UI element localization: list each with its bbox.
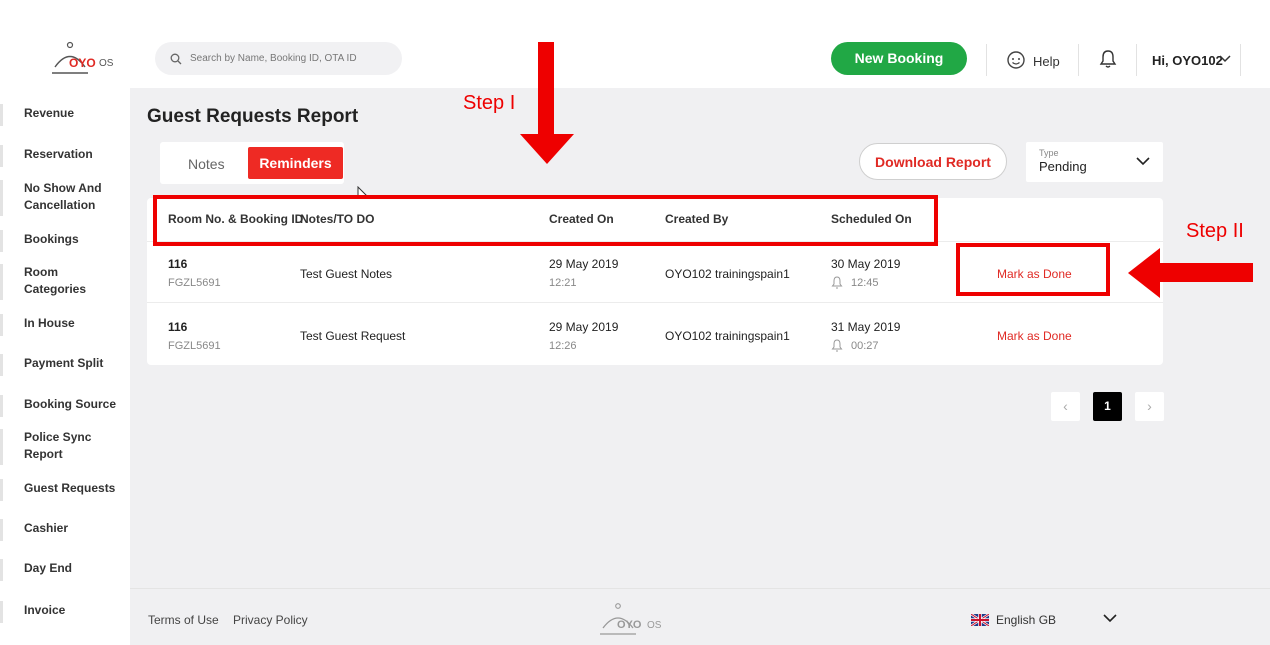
step-2-highlight-box (956, 243, 1110, 296)
sidebar-item-marker (0, 519, 3, 541)
created-by: OYO102 trainingspain1 (665, 329, 790, 343)
type-select-value: Pending (1039, 159, 1087, 174)
note-text: Test Guest Request (300, 329, 406, 343)
sidebar-item-marker (0, 104, 3, 126)
header-divider (1078, 44, 1079, 76)
tab-reminders[interactable]: Reminders (248, 147, 343, 179)
pager-prev-button[interactable]: ‹ (1051, 392, 1080, 421)
sidebar-item-marker (0, 354, 3, 376)
sidebar-item-marker (0, 314, 3, 336)
tab-notes[interactable]: Notes (188, 156, 225, 172)
page-title: Guest Requests Report (147, 106, 359, 127)
step-1-highlight-box (153, 195, 938, 246)
sidebar-item-day-end[interactable]: Day End (24, 560, 124, 577)
arrow-down-icon (520, 42, 574, 164)
scheduled-time: 00:27 (851, 340, 879, 352)
sidebar-item-police-sync[interactable]: Police Sync Report (24, 429, 94, 463)
sidebar-item-marker (0, 395, 3, 417)
sidebar-item-marker (0, 479, 3, 501)
terms-link[interactable]: Terms of Use (148, 613, 219, 627)
sidebar-item-no-show[interactable]: No Show And Cancellation (24, 180, 124, 214)
booking-id[interactable]: FGZL5691 (168, 277, 221, 289)
oyo-os-footer-logo: OYO OS (600, 603, 662, 635)
sidebar-item-marker (0, 429, 3, 465)
sidebar-item-marker (0, 601, 3, 623)
booking-id[interactable]: FGZL5691 (168, 340, 221, 352)
sidebar-item-reservation[interactable]: Reservation (24, 146, 124, 163)
created-date: 29 May 2019 (549, 320, 619, 334)
help-link[interactable]: Help (1033, 54, 1060, 69)
svg-text:OYO: OYO (69, 56, 96, 70)
search-icon (170, 53, 182, 65)
sidebar-item-booking-source[interactable]: Booking Source (24, 396, 124, 413)
step-1-label: Step I (463, 92, 516, 114)
sidebar-item-marker (0, 264, 3, 300)
sidebar-item-marker (0, 145, 3, 167)
scheduled-time: 12:45 (851, 277, 879, 289)
note-text: Test Guest Notes (300, 267, 393, 281)
sidebar-item-bookings[interactable]: Bookings (24, 231, 124, 248)
svg-text:OYO: OYO (617, 619, 642, 631)
created-by: OYO102 trainingspain1 (665, 267, 790, 281)
created-date: 29 May 2019 (549, 257, 619, 271)
created-time: 12:21 (549, 277, 577, 289)
bell-icon (831, 339, 843, 352)
sidebar-item-payment-split[interactable]: Payment Split (24, 355, 124, 372)
sidebar-item-revenue[interactable]: Revenue (24, 105, 124, 122)
chevron-down-icon[interactable] (1136, 156, 1150, 166)
language-select[interactable]: English GB (996, 613, 1056, 627)
bell-icon[interactable] (1099, 49, 1117, 69)
scheduled-date: 30 May 2019 (831, 257, 901, 271)
scheduled-date: 31 May 2019 (831, 320, 901, 334)
header-divider (986, 44, 987, 76)
sidebar-item-in-house[interactable]: In House (24, 315, 124, 332)
uk-flag-icon (971, 614, 989, 626)
chevron-down-icon[interactable] (1219, 54, 1231, 64)
pager-next-button[interactable]: › (1135, 392, 1164, 421)
header-divider (1240, 44, 1241, 76)
step-2-label: Step II (1186, 220, 1244, 242)
sidebar-item-cashier[interactable]: Cashier (24, 520, 124, 537)
svg-text:OS: OS (99, 58, 114, 69)
oyo-os-logo[interactable]: OYO OS (50, 40, 120, 80)
bell-icon (831, 276, 843, 289)
mark-as-done-button[interactable]: Mark as Done (997, 329, 1072, 343)
new-booking-button[interactable]: New Booking (831, 42, 967, 75)
sidebar-item-room-categories[interactable]: Room Categories (24, 264, 94, 298)
sidebar-item-guest-requests[interactable]: Guest Requests (24, 480, 124, 497)
pager-current-page[interactable]: 1 (1093, 392, 1122, 421)
svg-text:OS: OS (647, 620, 662, 631)
sidebar-item-marker (0, 559, 3, 581)
sidebar-item-marker (0, 230, 3, 252)
room-number: 116 (168, 257, 188, 271)
search-placeholder: Search by Name, Booking ID, OTA ID (190, 53, 357, 64)
header-divider (1136, 44, 1137, 76)
type-select-label: Type (1039, 148, 1059, 158)
sidebar-item-invoice[interactable]: Invoice (24, 602, 124, 619)
chevron-down-icon[interactable] (1103, 613, 1117, 623)
room-number: 116 (168, 320, 188, 334)
user-menu[interactable]: Hi, OYO102 (1152, 53, 1223, 68)
help-face-icon[interactable] (1006, 50, 1026, 70)
privacy-link[interactable]: Privacy Policy (233, 613, 308, 627)
sidebar-item-marker (0, 180, 3, 216)
download-report-button[interactable]: Download Report (859, 143, 1007, 180)
created-time: 12:26 (549, 340, 577, 352)
arrow-left-icon (1128, 248, 1253, 298)
